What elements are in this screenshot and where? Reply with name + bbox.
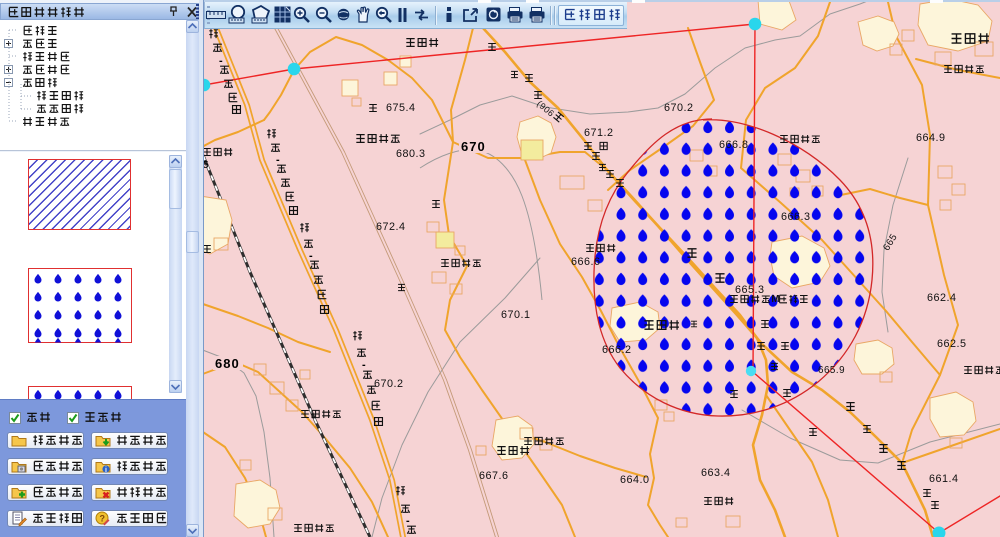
svg-text:671.2: 671.2	[584, 127, 614, 139]
svg-text:666.3: 666.3	[781, 211, 811, 223]
svg-text:?: ?	[100, 514, 106, 524]
svg-text:-: -	[219, 55, 223, 67]
svg-text:i: i	[105, 467, 107, 474]
svg-text:666.6: 666.6	[571, 256, 601, 268]
svg-text:662.4: 662.4	[927, 292, 957, 304]
svg-text:665.9: 665.9	[818, 365, 845, 376]
svg-text:M: M	[771, 294, 780, 305]
svg-text:670: 670	[461, 139, 486, 154]
svg-text:675.4: 675.4	[386, 102, 416, 114]
svg-text:-: -	[406, 515, 410, 527]
svg-text:664.9: 664.9	[916, 132, 946, 144]
svg-text:663.4: 663.4	[701, 467, 731, 479]
svg-text:666.8: 666.8	[719, 139, 749, 151]
svg-text:665.3: 665.3	[735, 284, 765, 296]
svg-text:670.2: 670.2	[664, 102, 694, 114]
svg-text:-: -	[309, 250, 313, 262]
svg-text:670.1: 670.1	[501, 309, 531, 321]
svg-text:666.2: 666.2	[602, 344, 632, 356]
svg-text:680.3: 680.3	[396, 148, 426, 160]
svg-text:664.0: 664.0	[620, 474, 650, 486]
svg-text:661.4: 661.4	[929, 473, 959, 485]
svg-text:-: -	[276, 154, 280, 166]
svg-text:662.5: 662.5	[937, 338, 967, 350]
svg-text:-: -	[362, 359, 366, 371]
svg-text:667.6: 667.6	[479, 470, 509, 482]
svg-text:672.4: 672.4	[376, 221, 406, 233]
svg-text:680: 680	[215, 356, 240, 371]
svg-text:670.2: 670.2	[374, 378, 404, 390]
